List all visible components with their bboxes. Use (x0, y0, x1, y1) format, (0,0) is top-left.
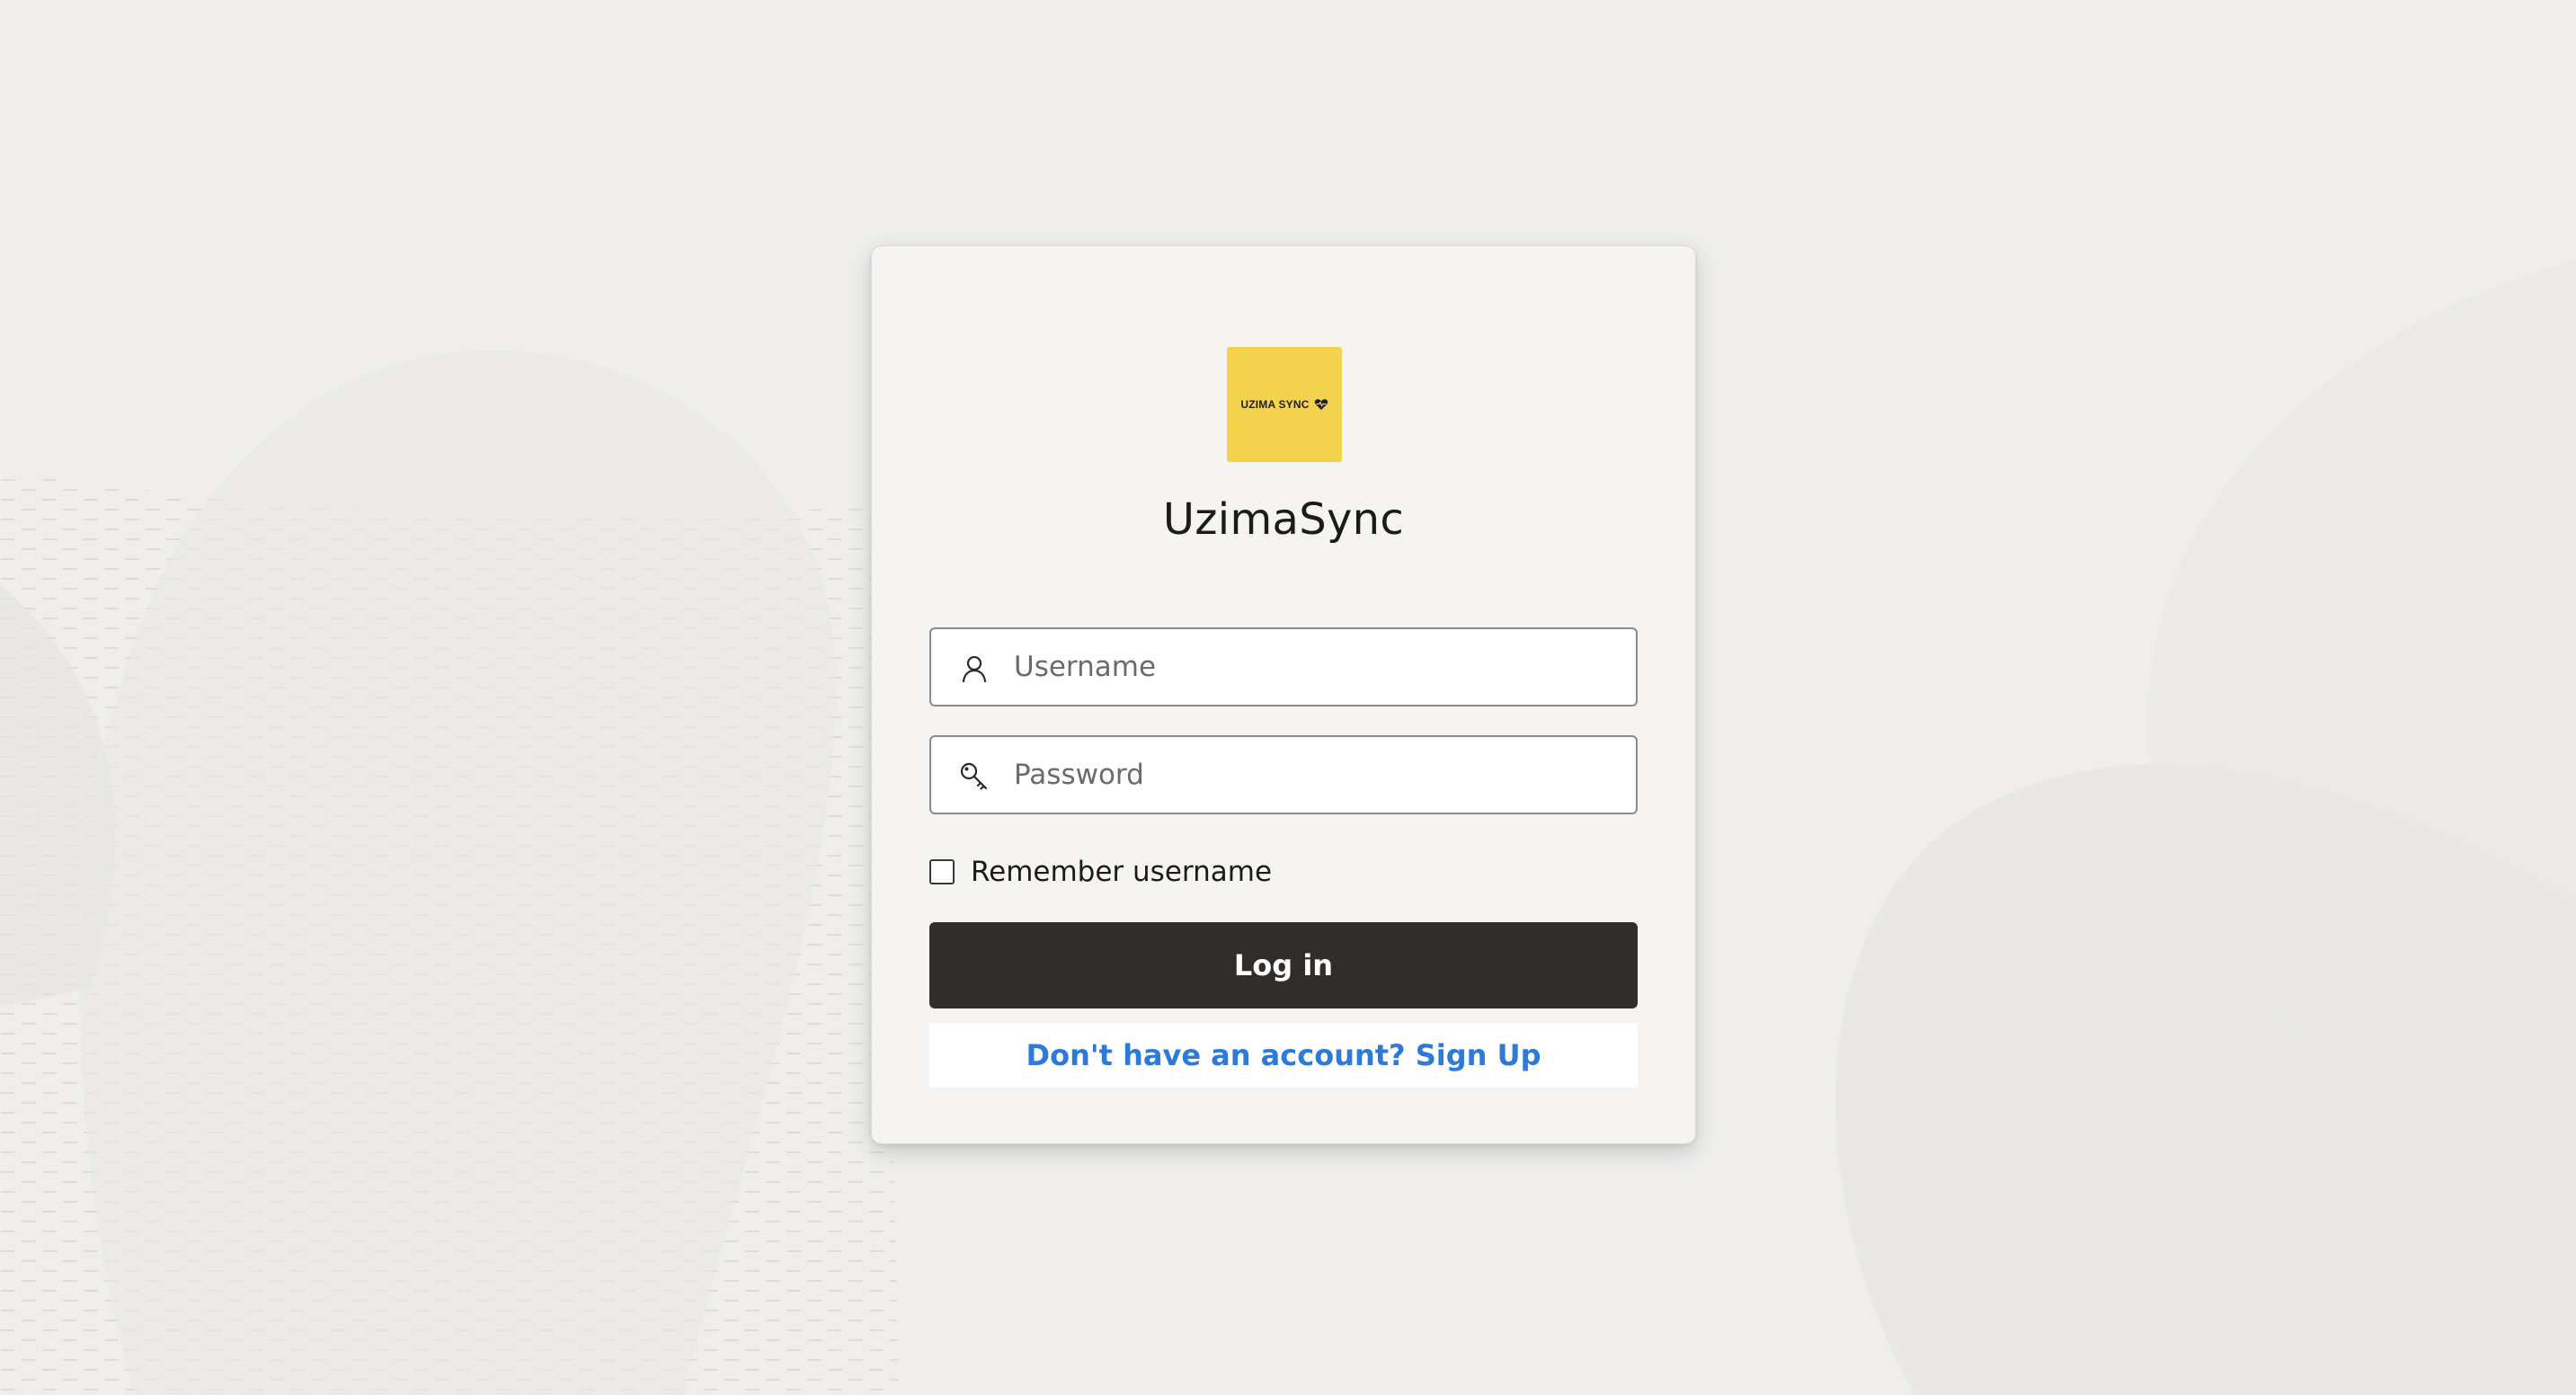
remember-username-label[interactable]: Remember username (971, 856, 1272, 888)
signup-link[interactable]: Don't have an account? Sign Up (929, 1023, 1638, 1088)
username-input[interactable] (1014, 629, 1616, 705)
user-icon (962, 655, 987, 683)
password-field[interactable] (929, 735, 1638, 814)
app-logo: UZIMA SYNC (1227, 347, 1342, 462)
heart-icon (1314, 399, 1328, 410)
password-input[interactable] (1014, 737, 1616, 813)
key-icon (960, 762, 988, 790)
remember-username-checkbox[interactable] (929, 859, 955, 884)
app-title: UzimaSync (1162, 494, 1405, 545)
remember-username-option[interactable]: Remember username (929, 852, 1272, 892)
login-card: UZIMA SYNC UzimaSync Remember username L… (871, 245, 1696, 1144)
logo-text: UZIMA SYNC (1240, 398, 1310, 411)
login-button[interactable]: Log in (929, 922, 1638, 1008)
username-field[interactable] (929, 627, 1638, 706)
